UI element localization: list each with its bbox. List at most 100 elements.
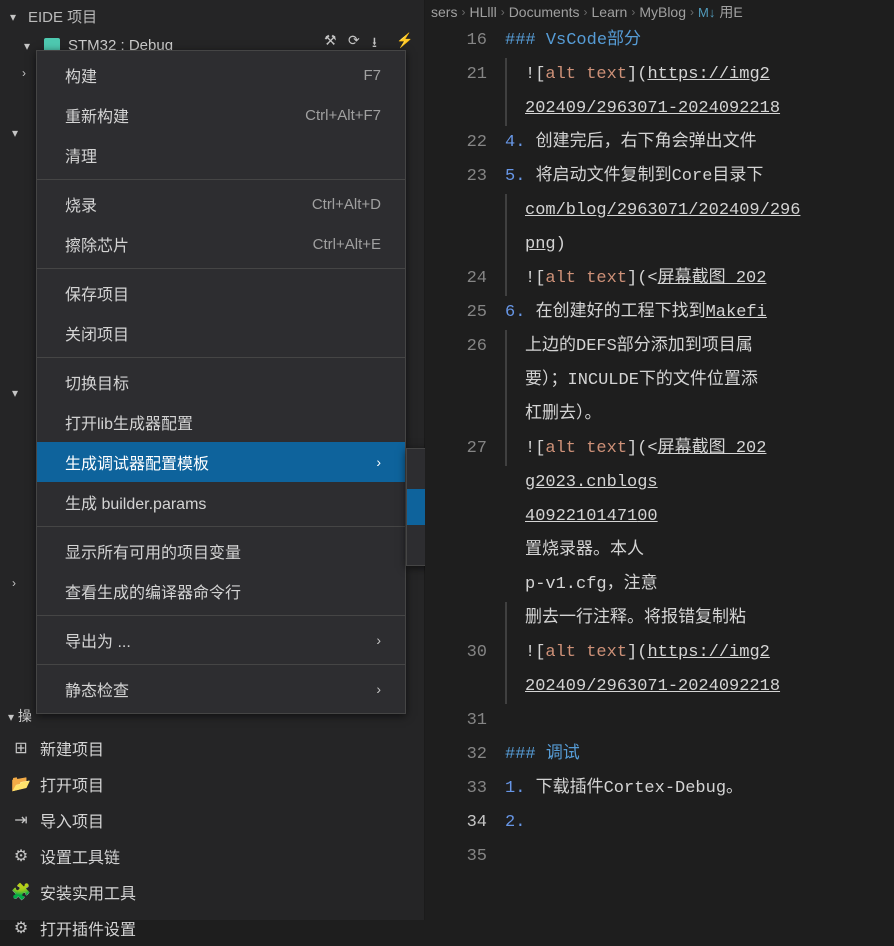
build-icon[interactable]: ⚒ <box>324 32 342 50</box>
op-install-utils[interactable]: 🧩安装实用工具 <box>0 874 424 910</box>
line-number: 22 <box>425 126 505 160</box>
code-line[interactable]: com/blog/2963071/202409/296 <box>425 194 894 228</box>
chevron-right-icon: › <box>631 5 635 19</box>
line-content[interactable]: ![alt text](<屏幕截图 202 <box>505 432 894 466</box>
breadcrumb-segment[interactable]: HLlll <box>469 4 496 20</box>
line-content[interactable]: 202409/2963071-2024092218 <box>505 92 894 126</box>
line-number: 27 <box>425 432 505 466</box>
breadcrumb-file[interactable]: 用E <box>719 2 742 22</box>
line-content[interactable]: 4. 创建完后，右下角会弹出文件 <box>505 126 894 160</box>
ctx-item[interactable]: 生成调试器配置模板› <box>37 442 405 482</box>
line-content[interactable]: ### VsCode部分 <box>505 24 894 58</box>
code-line[interactable]: 342. <box>425 806 894 840</box>
line-content[interactable]: ![alt text](https://img2 <box>505 636 894 670</box>
ctx-item[interactable]: 切换目标 <box>37 362 405 402</box>
line-number: 35 <box>425 840 505 874</box>
code-line[interactable]: 202409/2963071-2024092218 <box>425 92 894 126</box>
ctx-item[interactable]: 显示所有可用的项目变量 <box>37 531 405 571</box>
line-content[interactable]: 要）；INCULDE下的文件位置添 <box>505 364 894 398</box>
editor-area: sers›HLlll›Documents›Learn›MyBlog›M↓ 用E … <box>425 0 894 920</box>
code-line[interactable]: 30![alt text](https://img2 <box>425 636 894 670</box>
code-line[interactable]: 331. 下载插件Cortex-Debug。 <box>425 772 894 806</box>
op-label: 导入项目 <box>40 808 104 832</box>
ctx-item[interactable]: 生成 builder.params <box>37 482 405 522</box>
line-content[interactable]: 5. 将启动文件复制到Core目录下 <box>505 160 894 194</box>
line-content[interactable]: 上边的DEFS部分添加到项目属 <box>505 330 894 364</box>
line-content[interactable]: ![alt text](<屏幕截图 202 <box>505 262 894 296</box>
ctx-item-label: 查看生成的编译器命令行 <box>65 579 241 603</box>
code-line[interactable]: 要）；INCULDE下的文件位置添 <box>425 364 894 398</box>
line-content[interactable]: 置烧录器。本人 <box>505 534 894 568</box>
ctx-item[interactable]: 打开lib生成器配置 <box>37 402 405 442</box>
op-import-project[interactable]: ⇥导入项目 <box>0 802 424 838</box>
code-line[interactable]: 24![alt text](<屏幕截图 202 <box>425 262 894 296</box>
chevron-right-icon: › <box>690 5 694 19</box>
shortcut-label: Ctrl+Alt+F7 <box>305 107 381 124</box>
chevron-right-icon[interactable]: › <box>12 576 24 590</box>
op-new-project[interactable]: ⊞新建项目 <box>0 730 424 766</box>
clean-icon[interactable]: ⟳ <box>348 32 366 50</box>
chevron-down-icon[interactable]: ▾ <box>12 386 24 400</box>
code-line[interactable]: 35 <box>425 840 894 874</box>
ctx-item[interactable]: 构建F7 <box>37 55 405 95</box>
line-content[interactable]: 1. 下载插件Cortex-Debug。 <box>505 772 894 806</box>
code-line[interactable]: 删去一行注释。将报错复制粘 <box>425 602 894 636</box>
op-open-plugin-settings[interactable]: ⚙打开插件设置 <box>0 910 424 946</box>
breadcrumb-segment[interactable]: Documents <box>509 4 580 20</box>
line-content[interactable]: g2023.cnblogs <box>505 466 894 500</box>
line-content[interactable]: 2. <box>505 806 894 840</box>
code-line[interactable]: 202409/2963071-2024092218 <box>425 670 894 704</box>
code-line[interactable]: png) <box>425 228 894 262</box>
line-content[interactable]: com/blog/2963071/202409/296 <box>505 194 894 228</box>
line-content[interactable]: 杠删去）。 <box>505 398 894 432</box>
code-line[interactable]: 27![alt text](<屏幕截图 202 <box>425 432 894 466</box>
ctx-item[interactable]: 烧录Ctrl+Alt+D <box>37 184 405 224</box>
ctx-item-label: 构建 <box>65 63 97 87</box>
code-line[interactable]: 224. 创建完后，右下角会弹出文件 <box>425 126 894 160</box>
code-line[interactable]: 235. 将启动文件复制到Core目录下 <box>425 160 894 194</box>
breadcrumb-segment[interactable]: Learn <box>592 4 628 20</box>
op-set-toolchain[interactable]: ⚙设置工具链 <box>0 838 424 874</box>
chevron-down-icon[interactable]: ▾ <box>12 126 24 140</box>
debug-icon[interactable]: ⚡ <box>396 32 414 50</box>
ctx-item[interactable]: 重新构建Ctrl+Alt+F7 <box>37 95 405 135</box>
line-content[interactable]: ### 调试 <box>505 738 894 772</box>
code-line[interactable]: p-v1.cfg，注意 <box>425 568 894 602</box>
breadcrumb-segment[interactable]: MyBlog <box>639 4 686 20</box>
chevron-right-icon[interactable]: › <box>22 66 34 80</box>
line-content[interactable]: p-v1.cfg，注意 <box>505 568 894 602</box>
sidebar-section-title[interactable]: ▾ EIDE 项目 <box>0 0 424 33</box>
code-line[interactable]: 31 <box>425 704 894 738</box>
code-editor[interactable]: 16### VsCode部分21![alt text](https://img2… <box>425 24 894 874</box>
code-line[interactable]: 置烧录器。本人 <box>425 534 894 568</box>
install-utils-icon: 🧩 <box>12 883 30 901</box>
ctx-item[interactable]: 导出为 ...› <box>37 620 405 660</box>
breadcrumb-segment[interactable]: sers <box>431 4 457 20</box>
line-content[interactable]: 删去一行注释。将报错复制粘 <box>505 602 894 636</box>
ctx-item-label: 静态检查 <box>65 677 129 701</box>
code-line[interactable]: 4092210147100 <box>425 500 894 534</box>
ctx-item[interactable]: 静态检查› <box>37 669 405 709</box>
ctx-item[interactable]: 关闭项目 <box>37 313 405 353</box>
code-line[interactable]: 32### 调试 <box>425 738 894 772</box>
code-line[interactable]: 26上边的DEFS部分添加到项目属 <box>425 330 894 364</box>
ctx-item[interactable]: 擦除芯片Ctrl+Alt+E <box>37 224 405 264</box>
op-open-project[interactable]: 📂打开项目 <box>0 766 424 802</box>
code-line[interactable]: 256. 在创建好的工程下找到Makefi <box>425 296 894 330</box>
ctx-item[interactable]: 清理 <box>37 135 405 175</box>
code-line[interactable]: 21![alt text](https://img2 <box>425 58 894 92</box>
code-line[interactable]: 杠删去）。 <box>425 398 894 432</box>
line-content[interactable]: 6. 在创建好的工程下找到Makefi <box>505 296 894 330</box>
line-content[interactable]: 4092210147100 <box>505 500 894 534</box>
line-content[interactable]: png) <box>505 228 894 262</box>
breadcrumb[interactable]: sers›HLlll›Documents›Learn›MyBlog›M↓ 用E <box>425 0 894 24</box>
line-content[interactable]: 202409/2963071-2024092218 <box>505 670 894 704</box>
code-line[interactable]: g2023.cnblogs <box>425 466 894 500</box>
ctx-item[interactable]: 查看生成的编译器命令行 <box>37 571 405 611</box>
flash-icon[interactable]: ⭳ <box>372 32 390 50</box>
code-line[interactable]: 16### VsCode部分 <box>425 24 894 58</box>
ctx-item[interactable]: 保存项目 <box>37 273 405 313</box>
ctx-item-label: 擦除芯片 <box>65 232 129 256</box>
context-separator <box>37 526 405 527</box>
line-content[interactable]: ![alt text](https://img2 <box>505 58 894 92</box>
